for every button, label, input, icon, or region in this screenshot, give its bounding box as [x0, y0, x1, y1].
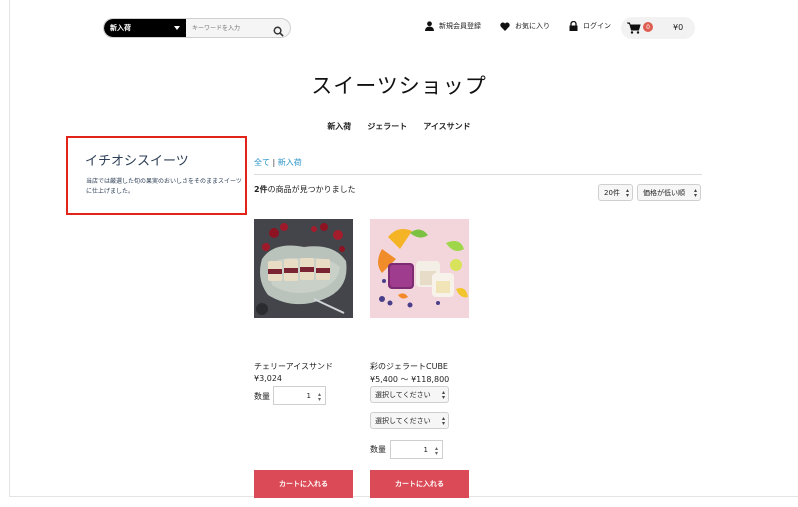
per-page-select[interactable]: 20件 ▴ ▾: [598, 184, 633, 201]
quantity-stepper[interactable]: 1 ▴ ▾: [390, 440, 443, 459]
breadcrumb-all[interactable]: 全て: [254, 158, 270, 167]
add-to-cart-button[interactable]: カートに入れる: [254, 470, 353, 498]
option-select-1[interactable]: 選択してください ▴ ▾: [370, 386, 449, 403]
nav-item-new[interactable]: 新入荷: [327, 121, 351, 132]
quantity-value: 1: [423, 445, 428, 454]
product-name[interactable]: チェリーアイスサンド: [254, 361, 333, 372]
login-label: ログイン: [583, 22, 611, 30]
cart-icon: [627, 22, 641, 34]
featured-text: 当店では厳選した旬の果実のおいしさをそのままスイーツに仕上げました。: [86, 178, 242, 195]
option-select-1-value: 選択してください: [375, 390, 431, 399]
register-link[interactable]: 新規会員登録: [425, 21, 481, 31]
featured-title: イチオシスイーツ: [85, 154, 189, 169]
option-select-2[interactable]: 選択してください ▴ ▾: [370, 412, 449, 429]
featured-box: [66, 136, 247, 215]
nav-item-gelato[interactable]: ジェラート: [367, 121, 407, 132]
category-select-label: 新入荷: [110, 24, 131, 32]
divider: [254, 174, 702, 175]
product-image-cherry-ice-sandwich[interactable]: [254, 219, 353, 318]
select-arrows-icon: ▴ ▾: [625, 187, 629, 199]
stepper-arrows-icon[interactable]: ▴ ▾: [435, 446, 438, 457]
heart-icon: [500, 22, 510, 31]
per-page-value: 20件: [604, 188, 620, 197]
option-select-2-value: 選択してください: [375, 416, 431, 425]
quantity-label: 数量: [370, 445, 386, 454]
cart-total: ¥0: [673, 23, 684, 32]
product-price: ¥3,024: [254, 374, 282, 383]
quantity-label: 数量: [254, 392, 270, 401]
shop-title: スイーツショップ: [311, 74, 487, 98]
login-link[interactable]: ログイン: [569, 21, 611, 31]
global-nav: 新入荷 ジェラート アイスサンド: [0, 121, 798, 132]
breadcrumb-separator: |: [272, 158, 276, 167]
sort-value: 価格が低い順: [643, 188, 685, 197]
favorites-label: お気に入り: [515, 22, 550, 30]
search-icon[interactable]: [273, 22, 284, 37]
result-summary: 2件の商品が見つかりました: [254, 184, 356, 195]
stepper-arrows-icon[interactable]: ▴ ▾: [318, 392, 321, 403]
cart-button[interactable]: 0 ¥0: [621, 17, 695, 39]
quantity-stepper[interactable]: 1 ▴ ▾: [273, 386, 326, 405]
nav-item-ice-sandwich[interactable]: アイスサンド: [423, 121, 470, 132]
result-text: の商品が見つかりました: [267, 185, 356, 194]
user-icon: [425, 21, 434, 31]
add-to-cart-button[interactable]: カートに入れる: [370, 470, 469, 498]
lock-icon: [569, 21, 578, 31]
cart-count-badge: 0: [643, 22, 653, 32]
favorites-link[interactable]: お気に入り: [500, 21, 550, 31]
search-input[interactable]: [186, 19, 270, 37]
result-count: 2件: [254, 185, 268, 194]
register-label: 新規会員登録: [439, 22, 481, 30]
select-arrows-icon: ▴ ▾: [693, 187, 697, 199]
product-price: ¥5,400 ～ ¥118,800: [370, 375, 450, 384]
quantity-value: 1: [306, 391, 311, 400]
breadcrumb: 全て | 新入荷: [254, 157, 302, 168]
caret-down-icon: [174, 26, 180, 30]
select-arrows-icon: ▴ ▾: [441, 389, 445, 401]
select-arrows-icon: ▴ ▾: [441, 415, 445, 427]
category-select[interactable]: 新入荷: [104, 19, 186, 37]
breadcrumb-current[interactable]: 新入荷: [278, 158, 302, 167]
search-bar: 新入荷: [103, 18, 291, 38]
product-image-gelato-cube[interactable]: [370, 219, 469, 318]
sort-select[interactable]: 価格が低い順 ▴ ▾: [637, 184, 701, 201]
product-name[interactable]: 彩のジェラートCUBE: [370, 361, 448, 372]
